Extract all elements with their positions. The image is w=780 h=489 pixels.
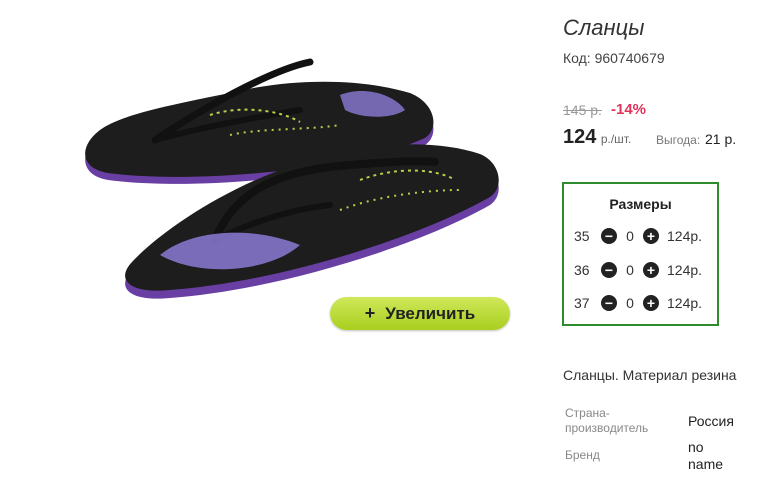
brand-value-line1: no (688, 439, 704, 455)
minus-icon[interactable]: − (601, 228, 617, 244)
zoom-button-label: Увеличить (385, 303, 476, 323)
plus-icon[interactable]: + (643, 295, 659, 311)
zoom-button[interactable]: + Увеличить (330, 297, 510, 330)
size-price: 124р. (667, 262, 703, 278)
plus-icon[interactable]: + (643, 228, 659, 244)
plus-icon: + (364, 303, 376, 323)
brand-label: Бренд (565, 448, 600, 462)
brand-value-line2: name (688, 456, 724, 472)
size-price: 124р. (667, 228, 703, 244)
price-unit: р./шт. (600, 132, 632, 146)
product-code: Код: 960740679 (563, 50, 665, 66)
quantity-value[interactable]: 0 (617, 262, 643, 278)
quantity-value[interactable]: 0 (617, 295, 643, 311)
price-row: 124 р./шт. (563, 126, 631, 149)
country-value: Россия (688, 413, 734, 429)
size-number: 36 (574, 262, 590, 278)
discount-badge: -14% (611, 101, 647, 118)
size-price: 124р. (667, 295, 703, 311)
product-title: Сланцы (563, 15, 645, 40)
price-value: 124 (563, 126, 597, 148)
old-price: 145 р. (563, 102, 602, 118)
sizes-panel: Размеры 35 − 0 + 124р. 36 − 0 + 124р. 37… (562, 182, 719, 326)
quantity-value[interactable]: 0 (617, 228, 643, 244)
product-description: Сланцы. Материал резина (563, 367, 737, 383)
size-number: 35 (574, 228, 590, 244)
sizes-title: Размеры (609, 196, 672, 212)
country-label-line2: производитель (565, 421, 649, 435)
size-number: 37 (574, 295, 590, 311)
minus-icon[interactable]: − (601, 295, 617, 311)
size-row: 36 − 0 + 124р. (574, 260, 702, 280)
plus-icon[interactable]: + (643, 262, 659, 278)
size-row: 37 − 0 + 124р. (574, 293, 702, 313)
country-label-line1: Страна- (565, 406, 610, 420)
product-image[interactable] (60, 40, 510, 330)
minus-icon[interactable]: − (601, 262, 617, 278)
benefit-label: Выгода: (656, 133, 701, 147)
benefit-value: 21 р. (705, 131, 737, 147)
size-row: 35 − 0 + 124р. (574, 226, 702, 246)
